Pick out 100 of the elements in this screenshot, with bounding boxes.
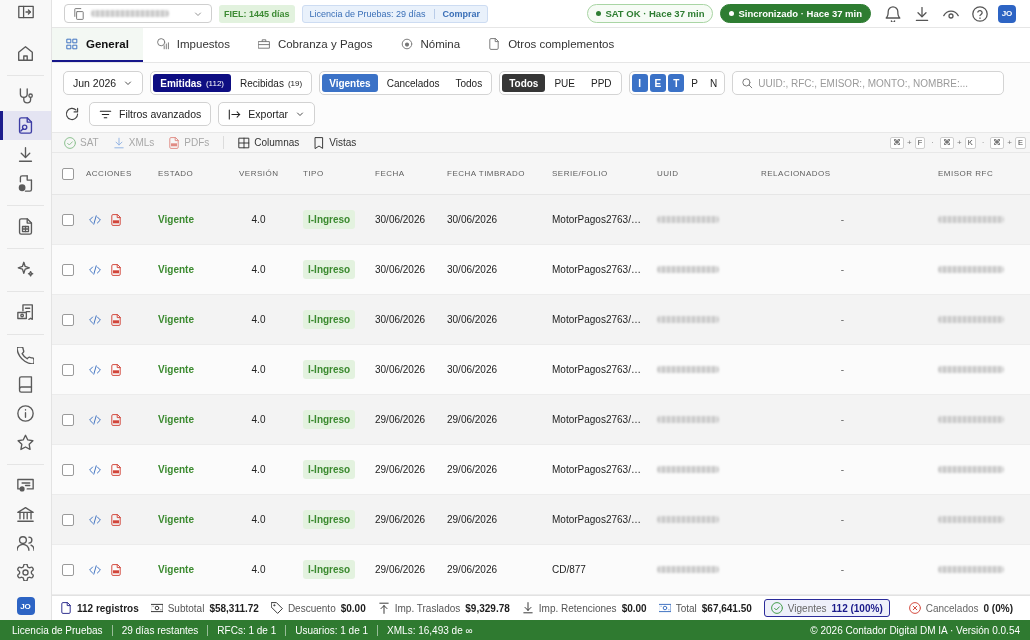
sidebar-toggle-button[interactable] <box>17 4 34 20</box>
stethoscope-icon <box>17 88 34 105</box>
filter-toggle[interactable]: T <box>668 74 685 92</box>
tab[interactable]: Impuestos <box>142 28 244 62</box>
pdf-button[interactable] <box>110 213 122 226</box>
filter-toggle[interactable]: Emitidas (112) <box>153 74 231 92</box>
row-checkbox[interactable] <box>62 363 74 376</box>
status-filter-button[interactable]: Cancelados 0 (0%) <box>901 599 1020 617</box>
type-badge: I-Ingreso <box>303 310 356 329</box>
column-header: EMISOR RFC <box>938 169 994 178</box>
notifications-button[interactable] <box>885 5 901 22</box>
user-avatar[interactable]: JO <box>998 4 1016 23</box>
type-badge: I-Ingreso <box>303 210 356 229</box>
sidebar-toggle-icon <box>17 4 34 20</box>
filter-toggle[interactable]: E <box>649 74 667 92</box>
row-checkbox[interactable] <box>62 413 74 426</box>
pdf-button[interactable] <box>110 513 122 526</box>
xml-button[interactable] <box>89 463 101 476</box>
pdf-button[interactable] <box>110 463 122 476</box>
xml-button[interactable] <box>89 413 101 426</box>
pdf-button[interactable] <box>110 313 122 326</box>
document-badge-icon <box>17 175 34 192</box>
status-bar-text: RFCs: 1 de 1 <box>207 624 286 636</box>
blurred-text <box>938 516 1004 523</box>
total-value: $0.00 <box>340 602 366 614</box>
type-badge: I-Ingreso <box>303 360 356 379</box>
filter-toggle[interactable]: PPD <box>584 74 619 92</box>
xml-button[interactable] <box>89 213 101 226</box>
stamp-date-cell: 30/06/2026 <box>447 364 498 375</box>
search-field[interactable]: UUID:, RFC:, EMISOR:, MONTO:, NOMBRE:... <box>732 71 1004 95</box>
status-text: Vigente <box>158 564 194 575</box>
total-value: $0.00 <box>621 602 647 614</box>
copyright-text: © 2026 Contador Digital DM IA · Versión 0.0.54 <box>810 624 1020 636</box>
status-filter-button[interactable]: Vigentes 112 (100%) <box>763 599 890 617</box>
star-icon <box>17 434 34 451</box>
xml-button[interactable] <box>89 513 101 526</box>
blurred-text <box>657 466 719 473</box>
toolbar-button[interactable]: Columnas <box>238 136 300 149</box>
date-cell: 30/06/2026 <box>375 214 426 225</box>
tab[interactable]: Cobranza y Pagos <box>243 28 387 62</box>
shortcut-plus: + <box>907 138 912 147</box>
row-checkbox[interactable] <box>62 313 74 326</box>
select-all-checkbox[interactable] <box>62 167 74 180</box>
column-header: FECHA <box>375 169 405 178</box>
check-circle-icon <box>64 136 76 149</box>
refresh-icon <box>65 107 79 121</box>
filter-toggle[interactable]: Todos <box>502 74 546 92</box>
tab[interactable]: Otros complementos <box>474 28 629 62</box>
row-checkbox[interactable] <box>62 513 74 526</box>
xml-button[interactable] <box>89 313 101 326</box>
related-cell: - <box>840 264 845 275</box>
tab[interactable]: General <box>52 28 143 62</box>
type-badge: I-Ingreso <box>303 260 356 279</box>
toolbar-button[interactable]: Vistas <box>313 136 357 149</box>
filter-toggle[interactable]: Todos <box>448 74 490 92</box>
phone-icon <box>17 347 34 364</box>
row-checkbox[interactable] <box>62 463 74 476</box>
xml-button[interactable] <box>89 363 101 376</box>
spreadsheet-document-icon <box>17 218 34 235</box>
filter-toggle[interactable]: Vigentes <box>322 74 378 92</box>
download-button[interactable] <box>914 5 930 22</box>
buy-link[interactable]: Comprar <box>433 8 481 19</box>
chevron-down-icon <box>295 109 305 119</box>
xml-button[interactable] <box>89 263 101 276</box>
status-text: Vigente <box>158 514 194 525</box>
pdf-button[interactable] <box>110 413 122 426</box>
xml-button[interactable] <box>89 563 101 576</box>
license-text: Licencia de Pruebas: 29 días <box>309 8 426 19</box>
filter-toggle[interactable]: Recibidas (19) <box>233 74 310 92</box>
series-folio-cell: MotorPagos2763/… <box>552 314 641 325</box>
row-checkbox[interactable] <box>62 263 74 276</box>
help-button[interactable] <box>972 5 988 22</box>
filter-toggle[interactable]: N <box>705 74 723 92</box>
stamp-date-cell: 30/06/2026 <box>447 264 498 275</box>
code-icon <box>89 463 101 476</box>
filter-toggle[interactable]: Cancelados <box>379 74 447 92</box>
status-text: Sincronizado · Hace 37 min <box>738 8 862 19</box>
stamp-date-cell: 29/06/2026 <box>447 464 498 475</box>
tab[interactable]: Nómina <box>386 28 475 62</box>
sidebar-item[interactable] <box>0 111 51 140</box>
advanced-filters-button[interactable]: Filtros avanzados <box>89 102 212 126</box>
file-icon <box>488 38 501 50</box>
user-avatar[interactable]: JO <box>16 597 35 615</box>
close-circle-icon <box>908 602 921 614</box>
filter-toggle[interactable]: I <box>631 74 648 92</box>
version-cell: 4.0 <box>251 564 266 575</box>
code-icon <box>89 513 101 526</box>
period-dropdown[interactable]: Jun 2026 <box>63 71 144 95</box>
row-checkbox[interactable] <box>62 563 74 576</box>
pdf-button[interactable] <box>110 363 122 376</box>
pdf-button[interactable] <box>110 563 122 576</box>
filter-toggle[interactable]: PUE <box>547 74 582 92</box>
row-checkbox[interactable] <box>62 213 74 226</box>
copy-icon <box>73 7 85 20</box>
code-icon <box>89 413 101 426</box>
status-text: Vigente <box>158 314 194 325</box>
type-badge: I-Ingreso <box>303 510 356 529</box>
pdf-button[interactable] <box>110 263 122 276</box>
filter-toggle[interactable]: P <box>686 74 703 92</box>
export-button[interactable]: Exportar <box>218 102 315 126</box>
